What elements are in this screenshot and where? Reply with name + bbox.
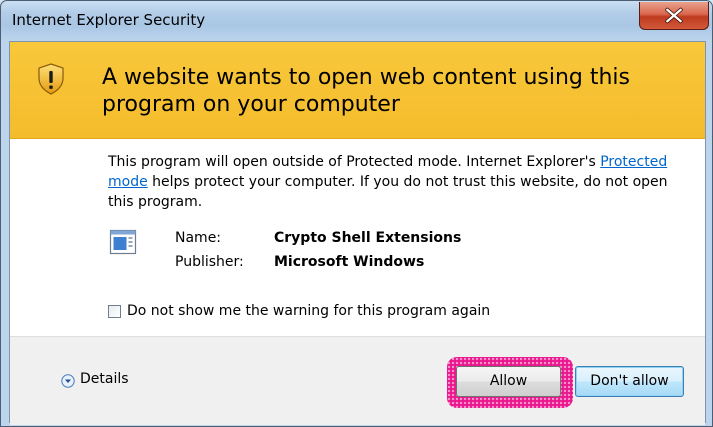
dont-show-warning-label[interactable]: Do not show me the warning for this prog… <box>127 303 490 319</box>
program-window-icon <box>109 229 137 255</box>
name-label: Name: <box>175 230 222 246</box>
security-dialog-window: Internet Explorer Security A website wan… <box>0 0 713 427</box>
description-part-2: helps protect your computer. If you do n… <box>108 174 668 210</box>
publisher-value: Microsoft Windows <box>274 254 425 270</box>
publisher-label: Publisher: <box>175 254 244 270</box>
window-title: Internet Explorer Security <box>12 11 206 29</box>
details-label[interactable]: Details <box>80 371 129 387</box>
banner-title: A website wants to open web content usin… <box>102 65 631 117</box>
close-icon <box>665 7 683 24</box>
warning-banner: A website wants to open web content usin… <box>10 42 705 139</box>
description-text: This program will open outside of Protec… <box>108 152 678 212</box>
description-part-1: This program will open outside of Protec… <box>108 154 601 170</box>
chevron-down-circle-icon <box>61 374 75 388</box>
dialog-client-area: A website wants to open web content usin… <box>9 41 706 425</box>
allow-button[interactable]: Allow <box>456 366 561 397</box>
dialog-footer: Details Allow Don't allow <box>10 336 705 425</box>
dialog-main-content: This program will open outside of Protec… <box>10 139 705 336</box>
dont-show-warning-checkbox[interactable] <box>108 305 121 318</box>
dont-allow-button[interactable]: Don't allow <box>575 366 684 397</box>
name-value: Crypto Shell Extensions <box>274 230 462 246</box>
close-button[interactable] <box>639 2 709 30</box>
shield-warning-icon <box>38 63 64 95</box>
